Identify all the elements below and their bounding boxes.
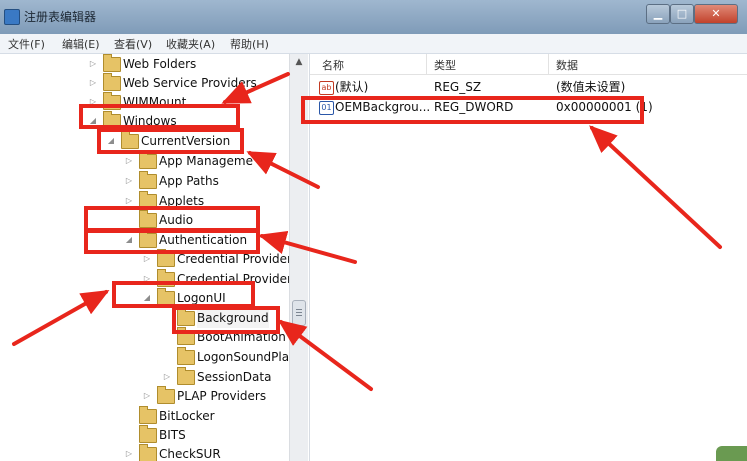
annotation-arrows	[12, 72, 722, 391]
corner-decoration	[716, 446, 747, 461]
arrow-annotation	[12, 290, 110, 346]
arrow-annotation	[589, 125, 722, 249]
arrow-annotation	[258, 230, 357, 264]
arrow-annotation	[221, 72, 290, 104]
arrow-annotation	[277, 319, 373, 391]
registry-editor-window: 注册表编辑器 ▁ □ ✕ 文件(F) 编辑(E) 查看(V) 收藏夹(A) 帮助…	[0, 0, 747, 461]
arrow-annotation	[246, 151, 320, 189]
